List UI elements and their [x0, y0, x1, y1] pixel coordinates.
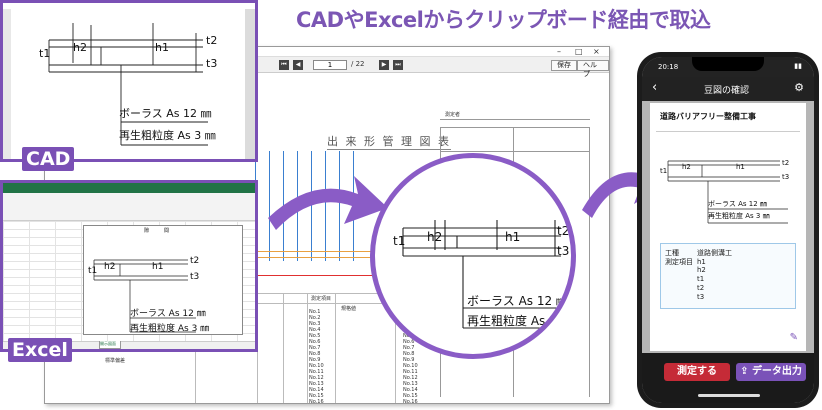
list-item: t3: [665, 293, 704, 301]
zoom-line1: ボーラス As 12 ㎜: [467, 294, 568, 308]
excel-sheet-tab[interactable]: 開示図面: [99, 341, 121, 349]
first-page-icon[interactable]: ⏮: [279, 60, 289, 70]
phone-notch: [692, 57, 764, 71]
excel-drawing-area: 隙 間 t1 h2 h1 t2 t3 ボーラス As 12 ㎜ 再生粗粒度 As…: [83, 225, 243, 335]
cad-h1-label: h1: [155, 41, 169, 54]
info-box: 工種 道路側溝工 測定項目 h1 h2 t1 t2 t3: [660, 243, 796, 309]
cad-t1-label: t1: [39, 47, 51, 60]
doc-title: 出 来 形 管 理 図 表: [327, 135, 451, 150]
project-title: 道路バリアフリー整備工事: [660, 112, 756, 121]
phone-h1-label: h1: [736, 163, 745, 171]
home-indicator: [698, 394, 760, 397]
cad-window: t1 h2 h1 t2 t3 ボーラス As 12 ㎜ 再生粗粒度 As 3 ㎜: [0, 0, 258, 162]
footer-label: 標準偏差: [105, 358, 126, 364]
minimize-icon[interactable]: –: [557, 47, 561, 56]
excel-ribbon: [3, 183, 255, 193]
info-value: h1: [697, 258, 706, 266]
phone-t1-label: t1: [660, 167, 668, 175]
export-button[interactable]: ⇪ データ出力: [736, 363, 806, 381]
cad-line2: 再生粗粒度 As 3 ㎜: [119, 129, 216, 142]
list-item: t1: [665, 275, 704, 283]
phone-line1: ボーラス As 12 ㎜: [708, 200, 767, 208]
arrow-to-circle: [268, 176, 388, 230]
headline: CADやExcelからクリップボード経由で取込: [296, 8, 711, 32]
excel-t2-label: t2: [190, 256, 200, 266]
gear-icon[interactable]: ⚙: [794, 81, 804, 94]
info-value: t3: [697, 293, 705, 301]
table-row: No.16: [309, 399, 324, 404]
status-time: 20:18: [658, 63, 679, 71]
zoom-line2: 再生粗粒度 As 3 ㎜: [467, 314, 573, 328]
list-item: t2: [665, 284, 704, 292]
help-button[interactable]: ヘルプ: [577, 60, 609, 78]
spec-label: 規格値: [341, 306, 357, 312]
zoom-t1-label: t1: [393, 234, 406, 248]
cad-h2-label: h2: [73, 41, 87, 54]
export-button-label: データ出力: [751, 366, 802, 377]
excel-line1: ボーラス As 12 ㎜: [130, 309, 206, 319]
measurer-label: 測定者: [445, 112, 461, 118]
excel-h2-label: h2: [104, 262, 116, 272]
excel-window: 隙 間 t1 h2 h1 t2 t3 ボーラス As 12 ㎜ 再生粗粒度 As…: [0, 180, 258, 352]
info-value: t2: [697, 284, 705, 292]
table-row: No.16: [403, 399, 418, 404]
last-page-icon[interactable]: ⏭: [393, 60, 403, 70]
share-icon: ⇪: [740, 366, 752, 377]
info-value: t1: [697, 275, 705, 283]
phone-line2: 再生粗粒度 As 3 ㎜: [708, 212, 770, 220]
app-header: ‹ 豆図の確認 ⚙: [642, 77, 814, 101]
zoomed-drawing-circle: t1 h2 h1 t2 t3 ボーラス As 12 ㎜ 再生粗粒度 As 3 ㎜: [370, 153, 576, 359]
zoom-t3-label: t3: [557, 244, 570, 258]
measure-button[interactable]: 測定する: [664, 363, 730, 381]
phone-statusbar: 20:18 ▮▮: [642, 57, 814, 77]
excel-t1-label: t1: [88, 266, 98, 276]
excel-toolbar: [3, 193, 255, 221]
maximize-icon[interactable]: □: [575, 47, 583, 56]
save-button[interactable]: 保存: [551, 60, 577, 71]
cad-line1: ボーラス As 12 ㎜: [119, 107, 212, 120]
next-page-icon[interactable]: ▶: [379, 60, 389, 70]
excel-t3-label: t3: [190, 272, 200, 282]
battery-icon: ▮▮: [794, 62, 802, 70]
project-card: 道路バリアフリー整備工事 t1 h2 h1 t2 t3 ボーラス As 12 ㎜…: [650, 103, 806, 351]
phone-screen: 20:18 ▮▮ ‹ 豆図の確認 ⚙ 道路バリアフリー整備工事 t1 h2 h1…: [642, 57, 814, 403]
cad-t3-label: t3: [206, 57, 218, 70]
prev-page-icon[interactable]: ◀: [293, 60, 303, 70]
smartphone: 20:18 ▮▮ ‹ 豆図の確認 ⚙ 道路バリアフリー整備工事 t1 h2 h1…: [637, 52, 819, 408]
excel-h1-label: h1: [152, 262, 164, 272]
measure-item-label: 測定項目: [311, 296, 332, 302]
zoom-h1-label: h1: [505, 230, 521, 244]
info-value: 道路側溝工: [697, 249, 732, 257]
back-chevron-icon[interactable]: ‹: [652, 80, 657, 95]
cad-t2-label: t2: [206, 34, 218, 47]
excel-label: Excel: [8, 338, 72, 362]
zoom-h2-label: h2: [427, 230, 443, 244]
screen-title: 豆図の確認: [704, 86, 750, 96]
pencil-icon[interactable]: ✎: [790, 332, 798, 343]
close-icon[interactable]: ×: [593, 47, 600, 56]
info-value: h2: [697, 266, 706, 274]
measure-button-label: 測定する: [677, 366, 717, 377]
page-total: / 22: [351, 60, 365, 68]
page-number-input[interactable]: 1: [313, 60, 347, 70]
phone-t2-label: t2: [782, 159, 790, 167]
cad-label: CAD: [22, 147, 75, 171]
list-item: h2: [665, 266, 706, 274]
phone-h2-label: h2: [682, 163, 691, 171]
zoom-t2-label: t2: [557, 224, 570, 238]
phone-t3-label: t3: [782, 173, 790, 181]
excel-line2: 再生粗粒度 As 3 ㎜: [130, 324, 210, 334]
app-footer: 測定する ⇪ データ出力: [642, 353, 814, 403]
